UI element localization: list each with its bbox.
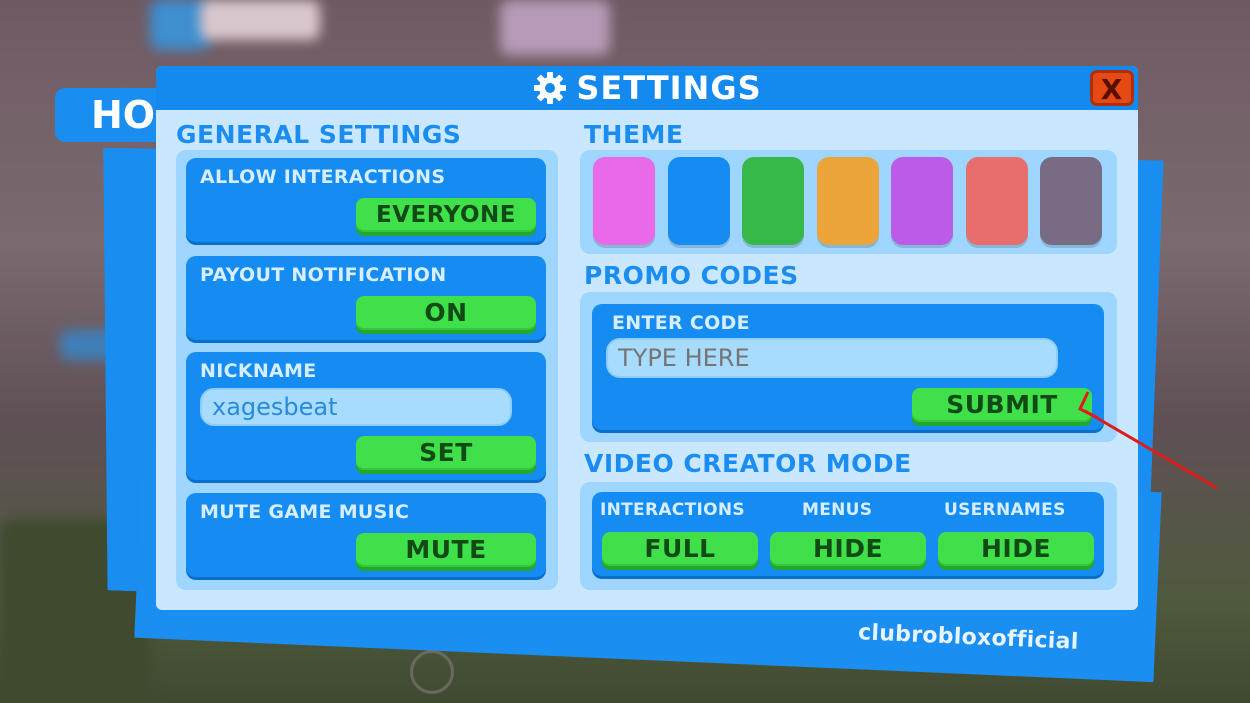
annotation-arrow <box>1078 391 1218 490</box>
